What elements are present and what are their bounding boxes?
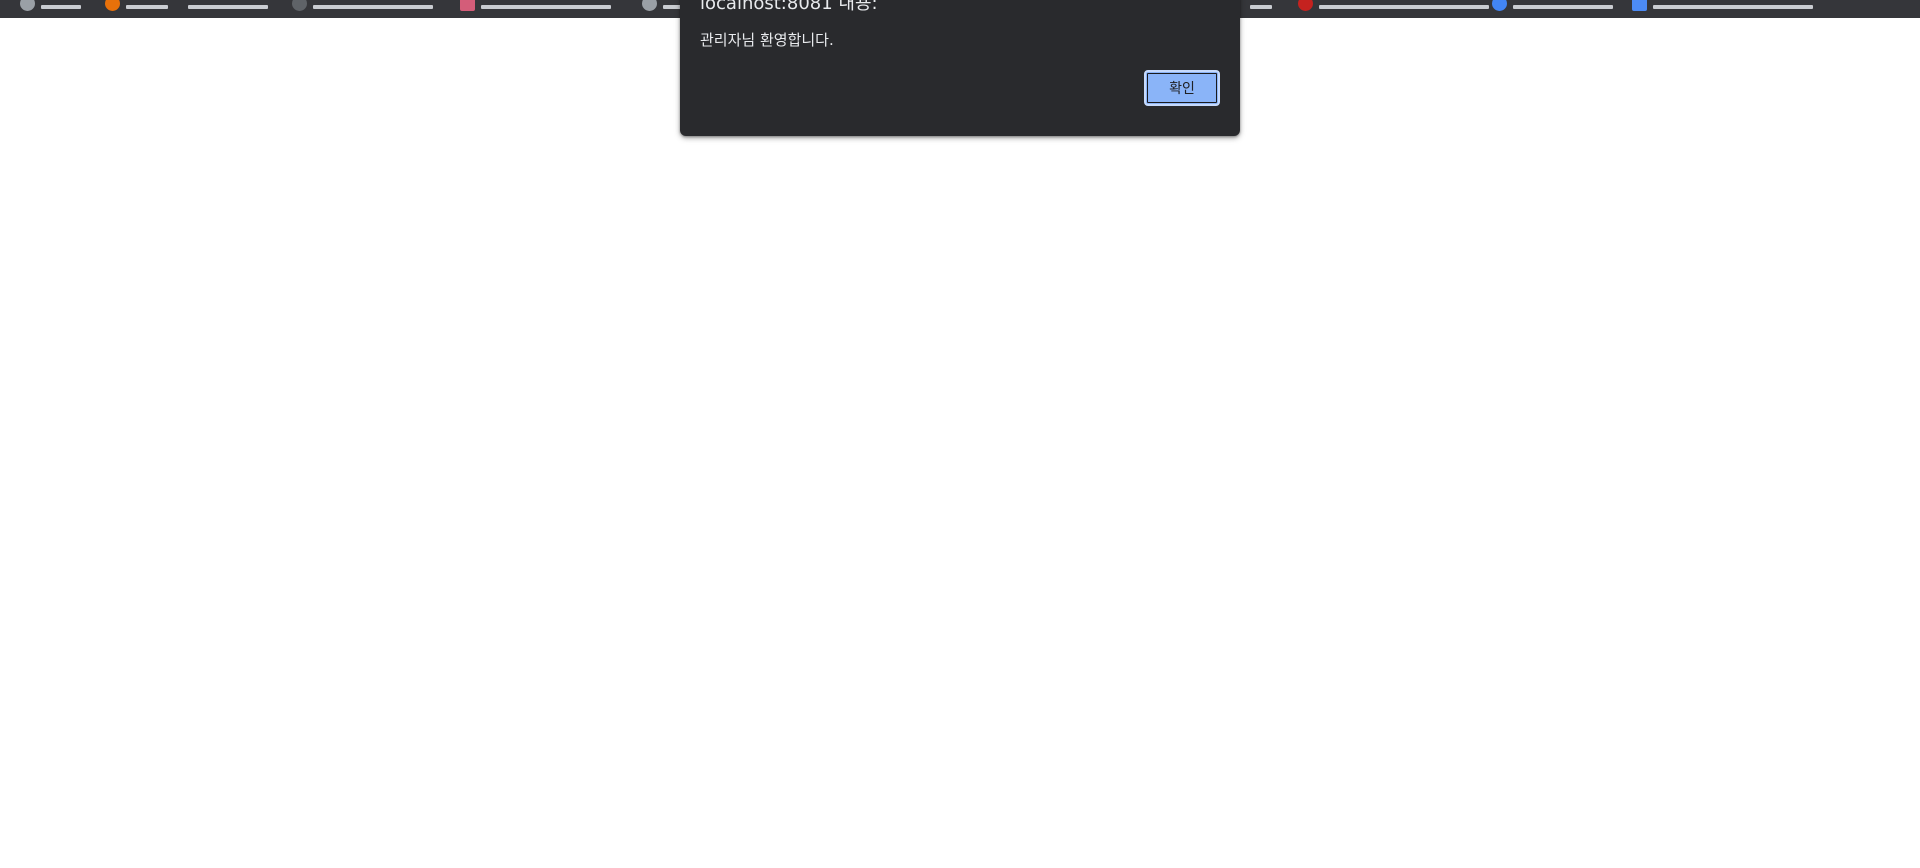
bookmark-item[interactable] (642, 0, 681, 12)
bookmark-label (188, 5, 268, 9)
bookmark-label (1653, 5, 1813, 9)
bookmark-item[interactable] (20, 0, 81, 12)
site-favicon-icon (1298, 0, 1313, 11)
bookmark-label (313, 5, 433, 9)
bookmark-item[interactable] (1492, 0, 1613, 12)
site-favicon-icon (460, 0, 475, 11)
ok-button[interactable]: 확인 (1144, 70, 1220, 106)
bookmark-label (1319, 5, 1489, 9)
dialog-title: localhost:8081 내용: (700, 0, 878, 14)
page-content (0, 18, 1920, 868)
bookmark-label (41, 5, 81, 9)
bookmark-label (1513, 5, 1613, 9)
bookmark-item[interactable] (1250, 0, 1272, 12)
globe-icon (20, 0, 35, 11)
bookmark-item[interactable] (1632, 0, 1813, 12)
site-favicon-icon (105, 0, 120, 11)
site-favicon-icon (1492, 0, 1507, 11)
bookmark-label (1250, 5, 1272, 9)
alert-dialog: localhost:8081 내용: 관리자님 환영합니다. 확인 (680, 0, 1240, 136)
bookmark-item[interactable] (292, 0, 433, 12)
bookmark-label (663, 5, 681, 9)
bookmark-item[interactable] (460, 0, 611, 12)
document-icon (1632, 0, 1647, 11)
bookmark-item[interactable] (1298, 0, 1489, 12)
bookmark-label (481, 5, 611, 9)
bookmark-item[interactable] (105, 0, 168, 12)
globe-icon (642, 0, 657, 11)
bookmark-label (126, 5, 168, 9)
dialog-message: 관리자님 환영합니다. (700, 31, 834, 49)
github-icon (292, 0, 307, 11)
bookmark-item[interactable] (188, 0, 268, 12)
